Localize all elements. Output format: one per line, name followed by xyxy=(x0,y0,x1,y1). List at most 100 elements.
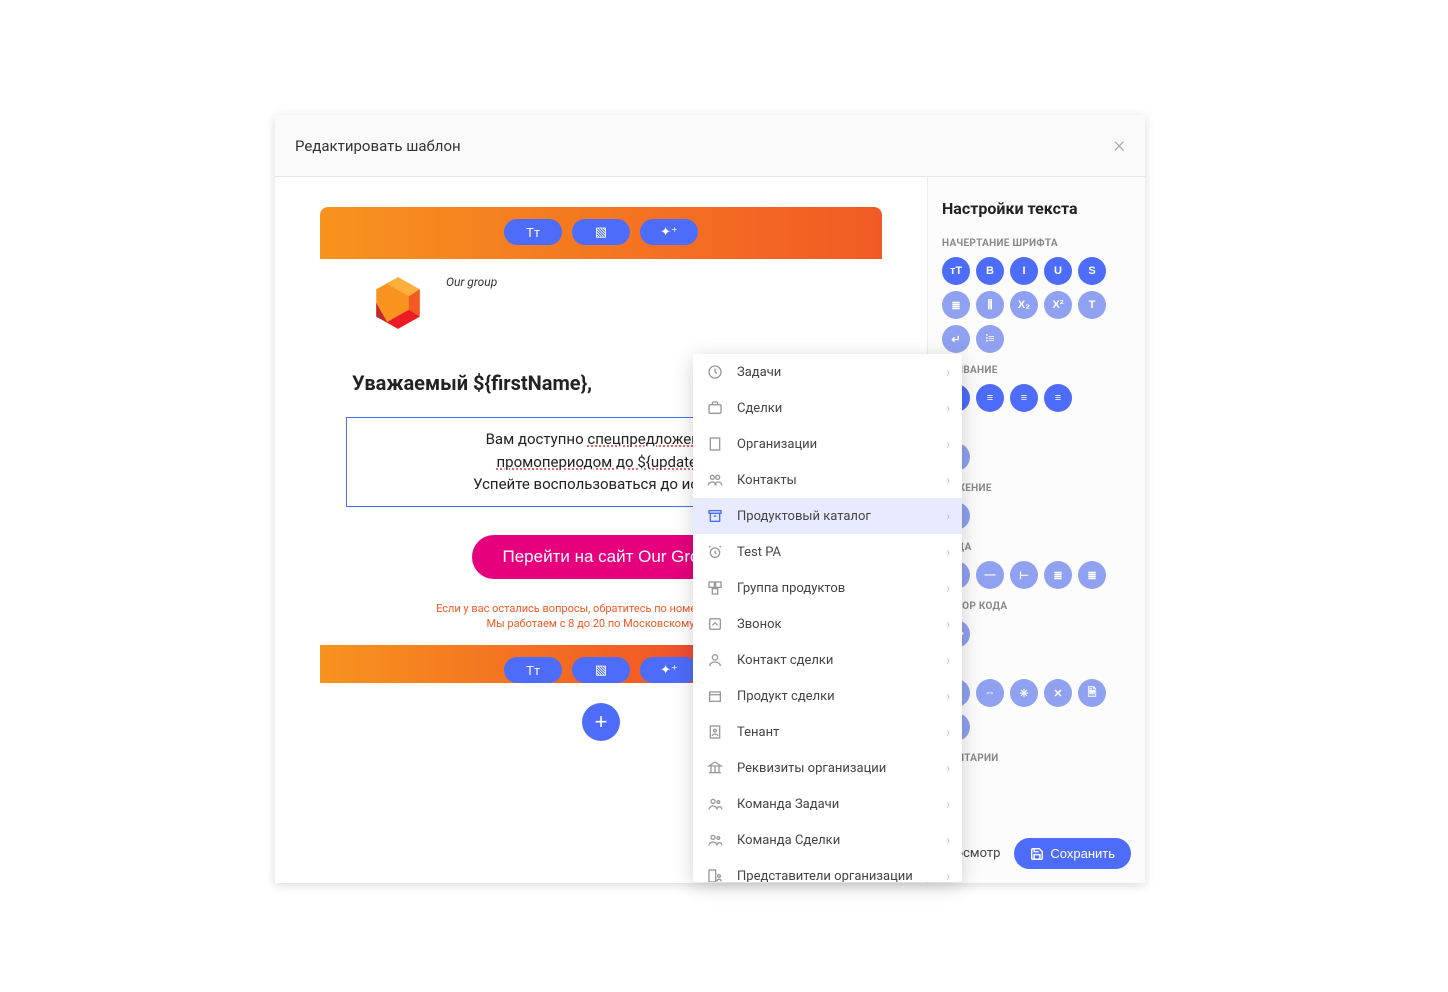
superscript-button[interactable]: X² xyxy=(1044,291,1072,319)
modal-footer: осмотр Сохранить xyxy=(956,838,1131,869)
alarm-icon xyxy=(705,542,725,562)
modal-title: Редактировать шаблон xyxy=(295,137,461,155)
text-tool-button[interactable]: Tᴛ xyxy=(504,219,562,245)
chevron-right-icon: › xyxy=(946,689,950,703)
cta-button[interactable]: Перейти на сайт Our Gro xyxy=(472,535,729,579)
dropdown-item-12[interactable]: Команда Задачи› xyxy=(693,786,962,822)
section-image: РАЖЕНИЕ xyxy=(942,483,1131,494)
settings-title: Настройки текста xyxy=(942,199,1131,218)
team-icon xyxy=(705,794,725,814)
section-alignment: ВНИВАНИЕ xyxy=(942,365,1131,376)
more-button-4[interactable]: ✕ xyxy=(1044,679,1072,707)
phone-arrow-icon xyxy=(705,614,725,634)
indent-button[interactable]: ≣ xyxy=(942,291,970,319)
team-icon xyxy=(705,830,725,850)
table-button-3[interactable]: ⊢ xyxy=(1010,561,1038,589)
chevron-right-icon: › xyxy=(946,437,950,451)
dropdown-label: Организации xyxy=(737,437,934,452)
chevron-right-icon: › xyxy=(946,653,950,667)
chevron-right-icon: › xyxy=(946,869,950,882)
chevron-right-icon: › xyxy=(946,509,950,523)
section-comments: МЕНТАРИИ xyxy=(942,753,1131,764)
dropdown-item-13[interactable]: Команда Сделки› xyxy=(693,822,962,858)
dropdown-label: Команда Задачи xyxy=(737,797,934,812)
dropdown-label: Продуктовый каталог xyxy=(737,509,934,524)
table-button-4[interactable]: ≣ xyxy=(1044,561,1072,589)
dropdown-label: Контакты xyxy=(737,473,934,488)
add-block-button[interactable]: + xyxy=(582,703,620,741)
dropdown-item-1[interactable]: Сделки› xyxy=(693,390,962,426)
group-name: Our group xyxy=(446,275,497,289)
image-tool-button[interactable]: ▧ xyxy=(572,219,630,245)
dropdown-item-3[interactable]: Контакты› xyxy=(693,462,962,498)
dropdown-item-0[interactable]: Задачи› xyxy=(693,354,962,390)
dropdown-item-5[interactable]: Test PA› xyxy=(693,534,962,570)
close-icon[interactable]: × xyxy=(1113,133,1125,158)
building-icon xyxy=(705,434,725,454)
chevron-right-icon: › xyxy=(946,545,950,559)
dropdown-item-11[interactable]: Реквизиты организации › xyxy=(693,750,962,786)
chevron-right-icon: › xyxy=(946,761,950,775)
section-table: ЛИЦА xyxy=(942,542,1131,553)
section-misc xyxy=(942,424,1131,435)
underline-button[interactable]: U xyxy=(1044,257,1072,285)
text-tool-button-2[interactable]: Tᴛ xyxy=(504,657,562,683)
modal-header: Редактировать шаблон × xyxy=(275,115,1145,177)
boxes-icon xyxy=(705,578,725,598)
briefcase-icon xyxy=(705,398,725,418)
more-button-3[interactable]: ✳ xyxy=(1010,679,1038,707)
italic-button[interactable]: I xyxy=(1010,257,1038,285)
font-size-button[interactable]: ᴛT xyxy=(942,257,970,285)
align-center-button[interactable]: ≡ xyxy=(976,384,1004,412)
dropdown-item-6[interactable]: Группа продуктов› xyxy=(693,570,962,606)
users-icon xyxy=(705,470,725,490)
break-button[interactable]: ↵ xyxy=(942,325,970,353)
user-deal-icon xyxy=(705,650,725,670)
bold-button[interactable]: В xyxy=(976,257,1004,285)
dropdown-item-4[interactable]: Продуктовый каталог › xyxy=(693,498,962,534)
strike-button[interactable]: S xyxy=(1078,257,1106,285)
save-icon xyxy=(1030,847,1044,861)
table-button-2[interactable]: — xyxy=(976,561,1004,589)
image-tool-button-2[interactable]: ▧ xyxy=(572,657,630,683)
magic-tool-button[interactable]: ✦⁺ xyxy=(640,219,698,245)
lineheight-button[interactable]: ⫼ xyxy=(976,291,1004,319)
font-style-row-3: ↵ ⫶≡ xyxy=(942,325,1131,353)
chevron-right-icon: › xyxy=(946,725,950,739)
dropdown-label: Реквизиты организации xyxy=(737,761,934,776)
dropdown-item-2[interactable]: Организации › xyxy=(693,426,962,462)
more-button-2[interactable]: ⇔ xyxy=(976,679,1004,707)
save-button[interactable]: Сохранить xyxy=(1014,838,1131,869)
section-code: АКТОР КОДА xyxy=(942,601,1131,612)
dropdown-item-9[interactable]: Продукт сделки› xyxy=(693,678,962,714)
dropdown-label: Звонок xyxy=(737,617,934,632)
table-button-5[interactable]: ≣ xyxy=(1078,561,1106,589)
preview-link[interactable]: осмотр xyxy=(956,846,1001,861)
top-toolbar: Tᴛ ▧ ✦⁺ xyxy=(320,219,882,245)
textcolor-button[interactable]: T xyxy=(1078,291,1106,319)
body-text-1a: Вам доступно xyxy=(486,430,588,448)
dropdown-label: Сделки xyxy=(737,401,934,416)
misc-row: ⊘ xyxy=(942,443,1131,471)
font-style-row-2: ≣ ⫼ X₂ X² T xyxy=(942,291,1131,319)
footer-line-2: Мы работаем с 8 до 20 по Московскому вре xyxy=(487,617,716,630)
chevron-right-icon: › xyxy=(946,833,950,847)
magic-tool-button-2[interactable]: ✦⁺ xyxy=(640,657,698,683)
body-text-3: Успейте воспользоваться до истече xyxy=(473,475,729,493)
list-button[interactable]: ⫶≡ xyxy=(976,325,1004,353)
align-right-button[interactable]: ≡ xyxy=(1010,384,1038,412)
outer-frame: Редактировать шаблон × Tᴛ ▧ ✦⁺ xyxy=(66,45,1382,947)
dropdown-item-7[interactable]: Звонок› xyxy=(693,606,962,642)
dropdown-item-14[interactable]: Представители организации› xyxy=(693,858,962,882)
building-users-icon xyxy=(705,866,725,882)
archive-icon xyxy=(705,506,725,526)
dropdown-label: Задачи xyxy=(737,365,934,380)
tenant-icon xyxy=(705,722,725,742)
align-justify-button[interactable]: ≡ xyxy=(1044,384,1072,412)
more-button-5[interactable]: 🗎 xyxy=(1078,679,1106,707)
dropdown-item-8[interactable]: Контакт сделки› xyxy=(693,642,962,678)
more-row: ? ⇔ ✳ ✕ 🗎 xyxy=(942,679,1131,707)
dropdown-item-10[interactable]: Тенант› xyxy=(693,714,962,750)
alignment-row: ≡ ≡ ≡ ≡ xyxy=(942,384,1131,412)
subscript-button[interactable]: X₂ xyxy=(1010,291,1038,319)
